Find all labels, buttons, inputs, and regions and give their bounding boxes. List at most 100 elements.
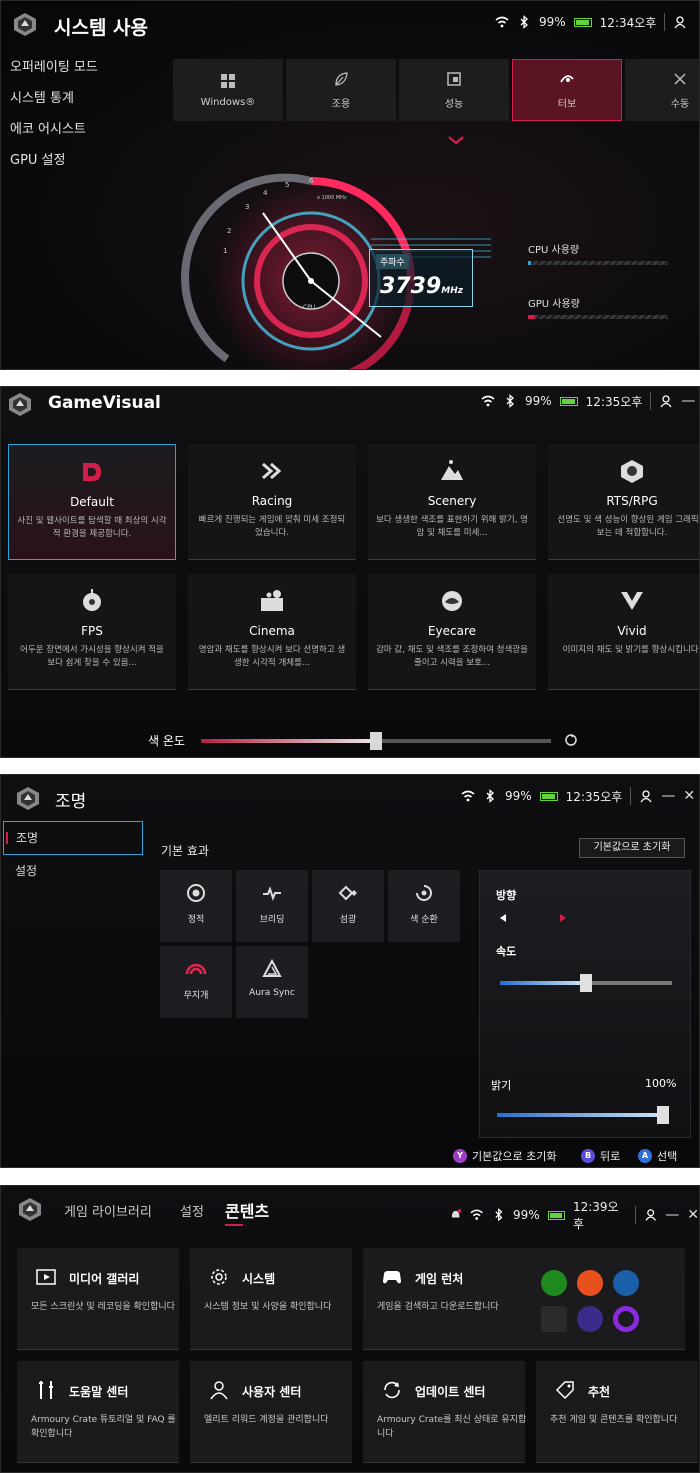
eyecare-icon <box>442 591 462 611</box>
refresh-icon <box>384 1381 400 1399</box>
steam-icon[interactable] <box>613 1270 639 1296</box>
brightness-fill <box>497 1113 663 1117</box>
hint-select[interactable]: A 선택 <box>638 1148 677 1164</box>
gamevisual-card-rts-rpg[interactable]: RTS/RPG 선명도 및 색 성능이 향상된 게임 그래픽을 보는 데 적합합… <box>548 444 699 560</box>
menu-item-operating-mode[interactable]: 오퍼레이팅 모드 <box>10 57 98 88</box>
gamevisual-card-eyecare[interactable]: Eyecare 감마 값, 채도 및 색조를 조정하여 청색광을 줄이고 시력을… <box>368 574 536 690</box>
card-description: 시스템 정보 및 사양을 확인합니다 <box>204 1302 332 1312</box>
menu-item-gpu-settings[interactable]: GPU 설정 <box>10 150 98 181</box>
close-button[interactable]: ✕ <box>683 788 695 804</box>
close-button[interactable]: ✕ <box>687 1207 699 1223</box>
card-system[interactable]: 시스템 시스템 정보 및 사양을 확인합니다 <box>190 1248 352 1350</box>
effect-label: 섬광 <box>339 915 357 925</box>
gamevisual-card-cinema[interactable]: Cinema 명암과 채도를 향상시켜 보다 선명하고 생생한 시각적 개체를.… <box>188 574 356 690</box>
gpu-usage-label: GPU 사용량 <box>528 299 580 310</box>
speed-knob[interactable] <box>580 974 592 992</box>
side-item-settings[interactable]: 설정 <box>3 855 143 889</box>
battery-icon <box>559 396 578 406</box>
card-description: 감마 값, 채도 및 색조를 조정하여 청색광을 줄이고 시력을 보호... <box>376 645 528 668</box>
hint-label: 뒤로 <box>600 1150 621 1163</box>
gamevisual-card-fps[interactable]: FPS 어두운 장면에서 가시성을 향상시켜 적을 보다 쉽게 찾을 수 있음.… <box>8 574 176 690</box>
tab-content[interactable]: 콘텐츠 <box>225 1198 269 1222</box>
cpu-usage-label: CPU 사용량 <box>528 245 580 256</box>
card-title: Eyecare <box>427 624 477 638</box>
card-update-center[interactable]: 업데이트 센터 Armoury Crate를 최신 상태로 유지합니다 <box>363 1361 526 1463</box>
mode-windows-button[interactable]: Windows® <box>173 59 283 121</box>
user-icon[interactable] <box>659 394 673 408</box>
effect-rainbow-button[interactable]: 무지개 <box>160 946 232 1018</box>
epic-icon[interactable] <box>541 1306 567 1332</box>
card-help-center[interactable]: 도움말 센터 Armoury Crate 튜토리얼 및 FAQ 를 확인합니다 <box>17 1361 179 1463</box>
side-item-lighting[interactable]: 조명 <box>3 821 143 855</box>
mode-turbo-button[interactable]: 터보 <box>512 59 622 121</box>
gauge-tick-label: 2 <box>227 227 231 235</box>
user-icon <box>210 1381 228 1400</box>
battery-percent: 99% <box>525 394 552 408</box>
minimize-button[interactable]: — <box>665 1207 679 1223</box>
menu-item-eco-assist[interactable]: 에코 어시스트 <box>10 119 98 150</box>
minimize-button[interactable]: — <box>661 788 675 804</box>
effect-settings-box: 방향 속도 <box>479 870 691 1138</box>
gamevisual-card-scenery[interactable]: Scenery 보다 생생한 색조를 표현하기 위해 밝기, 명암 및 채도를 … <box>368 444 536 560</box>
fps-icon <box>83 589 101 611</box>
lighting-side-menu: 조명 설정 <box>3 821 143 889</box>
effect-strobe-button[interactable]: 섬광 <box>312 870 384 942</box>
brightness-label: 밝기 <box>491 1079 512 1092</box>
direction-left-icon[interactable] <box>498 913 508 923</box>
card-title: Racing <box>251 494 293 508</box>
hint-reset[interactable]: Y 기본값으로 초기화 <box>453 1148 556 1164</box>
effect-label: Aura Sync <box>249 988 295 998</box>
performance-icon <box>447 71 461 86</box>
card-description: 모든 스크린샷 및 레코딩을 확인합니다 <box>31 1302 175 1312</box>
reset-icon[interactable] <box>565 734 577 746</box>
direction-right-icon[interactable] <box>558 913 568 923</box>
tab-settings[interactable]: 설정 <box>180 1201 204 1220</box>
scenery-icon <box>441 460 463 480</box>
card-game-launcher[interactable]: 게임 런처 게임을 검색하고 다운로드합니다 <box>363 1248 685 1350</box>
menu-item-system-stats[interactable]: 시스템 통계 <box>10 88 98 119</box>
effect-label: 무지개 <box>183 991 209 1001</box>
divider <box>630 787 632 805</box>
color-temperature-knob[interactable] <box>370 732 382 750</box>
card-media-gallery[interactable]: 미디어 갤러리 모든 스크린샷 및 레코딩을 확인합니다 <box>17 1248 179 1350</box>
gauge-tick-label: 3 <box>245 203 249 211</box>
minimize-button[interactable]: — <box>681 393 695 409</box>
mode-manual-button[interactable]: 수동 <box>625 59 699 121</box>
card-description: 보다 생생한 색조를 표현하기 위해 밝기, 명암 및 채도를 미세... <box>376 515 528 538</box>
speed-slider[interactable] <box>500 974 672 992</box>
speed-label: 속도 <box>496 945 517 958</box>
effect-aura-sync-button[interactable]: Aura Sync <box>236 946 308 1018</box>
effect-static-button[interactable]: 정적 <box>160 870 232 942</box>
gamevisual-card-vivid[interactable]: Vivid 이미지의 채도 및 밝기를 향상시킵니다. <box>548 574 699 690</box>
side-menu: 오퍼레이팅 모드 시스템 통계 에코 어시스트 GPU 설정 <box>10 57 98 181</box>
user-icon[interactable] <box>644 1208 657 1222</box>
effect-breathing-button[interactable]: 브리딩 <box>236 870 308 942</box>
reset-default-button[interactable]: 기본값으로 초기화 <box>579 838 685 858</box>
card-title: Cinema <box>249 624 295 638</box>
effect-color-cycle-button[interactable]: 색 순환 <box>388 870 460 942</box>
color-temperature-slider[interactable] <box>201 732 551 750</box>
xbox-icon[interactable] <box>541 1270 567 1296</box>
status-bar: 99% 12:35오후 — ✕ <box>461 787 695 805</box>
card-recommended[interactable]: 추천 추천 게임 및 콘텐츠를 확인합니다 <box>536 1361 698 1463</box>
brightness-slider[interactable] <box>497 1106 669 1124</box>
card-title: Default <box>70 495 114 509</box>
gamevisual-card-default[interactable]: Default 사진 및 웹사이트를 탐색할 때 최상의 시각적 환경을 제공합… <box>8 444 176 560</box>
notification-bell-icon[interactable] <box>449 1208 462 1222</box>
b-button-icon: B <box>581 1149 595 1163</box>
brightness-knob[interactable] <box>657 1106 669 1124</box>
ea-icon[interactable] <box>577 1270 603 1296</box>
tab-game-library[interactable]: 게임 라이브러리 <box>64 1201 152 1220</box>
hint-back[interactable]: B 뒤로 <box>581 1148 620 1164</box>
battery-percent: 99% <box>539 15 566 29</box>
mode-silent-button[interactable]: 조용 <box>286 59 396 121</box>
gamevisual-card-racing[interactable]: Racing 빠르게 진행되는 게임에 맞춰 미세 조정되었습니다. <box>188 444 356 560</box>
system-usage-panel: 시스템 사용 99% 12:34오후 오퍼레이팅 모드 시스템 통계 에코 어시… <box>0 0 700 370</box>
gog-icon[interactable] <box>613 1306 639 1332</box>
user-icon[interactable] <box>639 789 653 803</box>
ubisoft-icon[interactable] <box>577 1306 603 1332</box>
mode-performance-button[interactable]: 성능 <box>399 59 509 121</box>
chevron-down-icon[interactable] <box>447 135 465 147</box>
card-user-center[interactable]: 사용자 센터 엘리트 리워드 계정을 관리합니다 <box>190 1361 352 1463</box>
user-icon[interactable] <box>673 15 687 29</box>
